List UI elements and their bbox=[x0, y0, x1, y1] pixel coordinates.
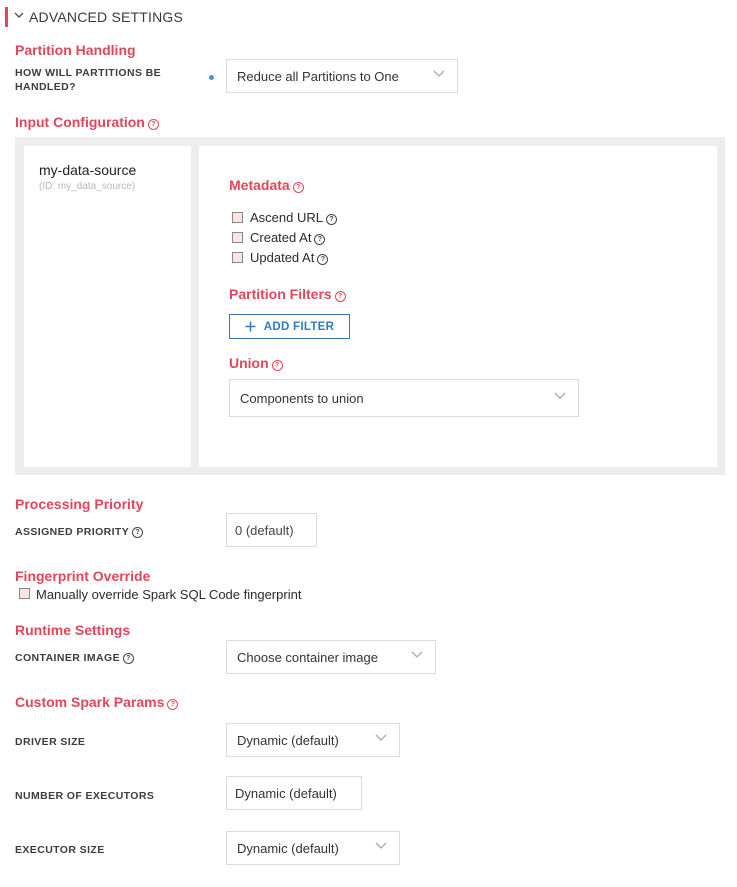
container-image-text: CONTAINER IMAGE bbox=[15, 652, 120, 664]
processing-priority-title: Processing Priority bbox=[15, 496, 144, 512]
add-filter-label: ADD FILTER bbox=[263, 320, 335, 333]
input-source-card[interactable]: my-data-source (ID: my_data_source) bbox=[24, 146, 191, 467]
fingerprint-override-label: Manually override Spark SQL Code fingerp… bbox=[36, 587, 302, 602]
custom-spark-params-label: Custom Spark Params bbox=[15, 694, 165, 710]
driver-size-label: DRIVER SIZE bbox=[15, 736, 86, 748]
assigned-priority-text: ASSIGNED PRIORITY bbox=[15, 526, 130, 538]
ascend-url-label: Ascend URL? bbox=[250, 210, 337, 225]
help-icon[interactable]: ? bbox=[314, 234, 326, 245]
union-placeholder: Components to union bbox=[240, 390, 364, 406]
help-icon[interactable]: ? bbox=[167, 699, 179, 710]
assigned-priority-label: ASSIGNED PRIORITY? bbox=[15, 525, 144, 539]
partition-handling-select[interactable]: Reduce all Partitions to One bbox=[226, 59, 458, 93]
input-details-card bbox=[199, 146, 717, 467]
executor-size-value: Dynamic (default) bbox=[237, 840, 339, 856]
help-icon[interactable]: ? bbox=[325, 214, 337, 225]
help-icon[interactable]: ? bbox=[147, 119, 159, 130]
runtime-settings-title: Runtime Settings bbox=[15, 622, 131, 638]
fingerprint-override-checkbox[interactable] bbox=[19, 588, 30, 599]
driver-size-select[interactable]: Dynamic (default) bbox=[226, 723, 400, 757]
partition-handling-value: Reduce all Partitions to One bbox=[237, 68, 399, 84]
updated-at-label: Updated At? bbox=[250, 250, 329, 265]
input-configuration-label: Input Configuration bbox=[15, 114, 145, 130]
fingerprint-override-title: Fingerprint Override bbox=[15, 568, 151, 584]
plus-icon bbox=[245, 321, 256, 332]
chevron-down-icon bbox=[433, 70, 445, 77]
container-image-select[interactable]: Choose container image bbox=[226, 640, 436, 674]
source-name: my-data-source bbox=[39, 162, 137, 178]
num-executors-label: NUMBER OF EXECUTORS bbox=[15, 790, 155, 802]
add-filter-button[interactable]: ADD FILTER bbox=[229, 314, 350, 339]
required-indicator bbox=[209, 75, 214, 80]
union-title: Union? bbox=[229, 355, 283, 371]
created-at-checkbox[interactable] bbox=[232, 232, 243, 243]
input-configuration-title: Input Configuration? bbox=[15, 114, 159, 130]
help-icon[interactable]: ? bbox=[334, 291, 346, 302]
section-accent-bar bbox=[5, 7, 8, 27]
updated-at-checkbox[interactable] bbox=[232, 252, 243, 263]
container-image-placeholder: Choose container image bbox=[237, 649, 378, 665]
num-executors-placeholder: Dynamic (default) bbox=[235, 785, 337, 801]
chevron-down-icon bbox=[375, 734, 387, 741]
executor-size-select[interactable]: Dynamic (default) bbox=[226, 831, 400, 865]
union-select[interactable]: Components to union bbox=[229, 379, 579, 417]
chevron-down-icon[interactable] bbox=[14, 10, 24, 20]
source-id: (ID: my_data_source) bbox=[39, 181, 136, 192]
union-label: Union bbox=[229, 355, 269, 371]
assigned-priority-input[interactable]: 0 (default) bbox=[226, 513, 317, 547]
help-icon[interactable]: ? bbox=[271, 360, 283, 371]
partition-filters-label: Partition Filters bbox=[229, 286, 332, 302]
num-executors-input[interactable]: Dynamic (default) bbox=[226, 776, 362, 810]
metadata-label: Metadata bbox=[229, 177, 290, 193]
custom-spark-params-title: Custom Spark Params? bbox=[15, 694, 179, 710]
assigned-priority-placeholder: 0 (default) bbox=[235, 522, 294, 538]
created-at-text: Created At bbox=[250, 230, 312, 245]
advanced-settings-toggle[interactable]: ADVANCED SETTINGS bbox=[29, 9, 183, 25]
chevron-down-icon bbox=[554, 392, 566, 399]
partition-handling-title: Partition Handling bbox=[15, 42, 136, 58]
help-icon[interactable]: ? bbox=[122, 653, 134, 664]
help-icon[interactable]: ? bbox=[292, 182, 304, 193]
container-image-label: CONTAINER IMAGE? bbox=[15, 651, 134, 665]
help-icon[interactable]: ? bbox=[132, 527, 144, 538]
ascend-url-text: Ascend URL bbox=[250, 210, 323, 225]
driver-size-value: Dynamic (default) bbox=[237, 732, 339, 748]
partition-filters-title: Partition Filters? bbox=[229, 286, 346, 302]
help-icon[interactable]: ? bbox=[317, 254, 329, 265]
chevron-down-icon bbox=[375, 842, 387, 849]
chevron-down-icon bbox=[411, 651, 423, 658]
executor-size-label: EXECUTOR SIZE bbox=[15, 844, 105, 856]
ascend-url-checkbox[interactable] bbox=[232, 212, 243, 223]
metadata-title: Metadata? bbox=[229, 177, 304, 193]
updated-at-text: Updated At bbox=[250, 250, 315, 265]
partition-handling-label: HOW WILL PARTITIONS BE HANDLED? bbox=[15, 67, 162, 93]
created-at-label: Created At? bbox=[250, 230, 326, 245]
